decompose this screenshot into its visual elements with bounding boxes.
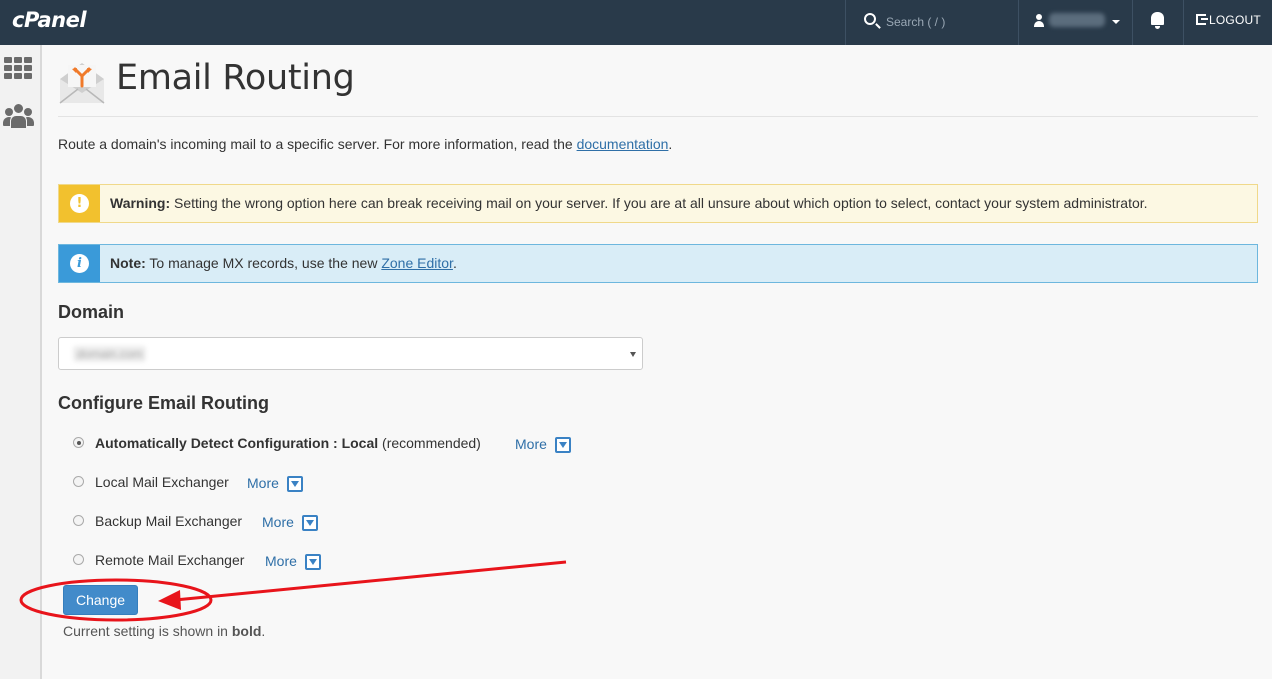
expand-icon <box>302 515 318 531</box>
intro-text-end: . <box>668 136 673 152</box>
note-end: . <box>452 255 457 271</box>
main-content: Email Routing Route a domain's incoming … <box>58 45 1258 679</box>
domain-select[interactable]: domain.com <box>58 337 643 370</box>
info-icon: i <box>70 254 89 273</box>
note-text: Note: To manage MX records, use the new … <box>110 255 457 271</box>
zone-editor-link[interactable]: Zone Editor <box>381 255 453 271</box>
change-button[interactable]: Change <box>63 585 138 615</box>
email-routing-icon <box>58 59 106 105</box>
more-toggle-backup[interactable]: More <box>262 514 318 531</box>
logout-label: LOGOUT <box>1209 13 1261 27</box>
routing-option-auto-label: Automatically Detect Configuration : Loc… <box>95 435 379 451</box>
intro-text-body: Route a domain's incoming mail to a spec… <box>58 136 577 152</box>
search-box[interactable] <box>846 0 1018 45</box>
more-toggle-auto[interactable]: More <box>515 436 571 453</box>
more-label: More <box>247 475 279 491</box>
expand-icon <box>305 554 321 570</box>
documentation-link[interactable]: documentation <box>577 136 669 152</box>
radio-remote[interactable] <box>73 554 84 565</box>
current-setting-text: Current setting is shown in <box>63 623 232 639</box>
more-label: More <box>515 436 547 452</box>
routing-option-label: Remote Mail Exchanger <box>95 552 245 568</box>
recommended-label: (recommended) <box>378 435 481 451</box>
radio-local[interactable] <box>73 476 84 487</box>
note-callout: i Note: To manage MX records, use the ne… <box>58 244 1258 283</box>
chevron-down-icon <box>1112 20 1120 24</box>
logout-icon <box>1196 14 1208 25</box>
current-setting-bold: bold <box>231 623 262 639</box>
warning-icon: ! <box>70 194 89 213</box>
domain-selected-value: domain.com <box>73 346 147 362</box>
note-label: Note: <box>110 255 146 271</box>
notifications-button[interactable] <box>1133 0 1183 45</box>
radio-backup[interactable] <box>73 515 84 526</box>
warning-body: Setting the wrong option here can break … <box>170 195 1148 211</box>
info-icon-panel: i <box>59 245 100 282</box>
search-icon <box>864 13 876 25</box>
warning-icon-panel: ! <box>59 185 100 222</box>
expand-icon <box>287 476 303 492</box>
warning-text: Warning: Setting the wrong option here c… <box>110 195 1148 211</box>
user-menu[interactable]: username <box>1019 0 1132 45</box>
expand-icon <box>555 437 571 453</box>
sidebar <box>0 45 42 679</box>
search-input[interactable] <box>886 11 1011 33</box>
current-setting-note: Current setting is shown in bold. <box>63 623 265 639</box>
top-navbar: cPanel username LOGOUT <box>0 0 1272 45</box>
user-icon <box>1034 14 1044 27</box>
more-label: More <box>262 514 294 530</box>
radio-auto[interactable] <box>73 437 84 448</box>
current-setting-end: . <box>261 623 266 639</box>
warning-callout: ! Warning: Setting the wrong option here… <box>58 184 1258 223</box>
page-title: Email Routing <box>116 58 355 98</box>
logout-button[interactable]: LOGOUT <box>1184 0 1272 45</box>
grid-icon[interactable] <box>4 57 32 79</box>
users-icon[interactable] <box>3 103 34 131</box>
note-body: To manage MX records, use the new <box>145 255 382 271</box>
cpanel-logo[interactable]: cPanel <box>12 8 87 32</box>
routing-option-label: Automatically Detect Configuration : Loc… <box>95 435 481 451</box>
warning-label: Warning: <box>110 195 171 211</box>
more-label: More <box>265 553 297 569</box>
more-toggle-remote[interactable]: More <box>265 553 321 570</box>
routing-option-label: Local Mail Exchanger <box>95 474 229 490</box>
chevron-down-icon <box>630 352 636 357</box>
username-label: username <box>1049 13 1105 27</box>
configure-routing-heading: Configure Email Routing <box>58 393 269 413</box>
bell-icon <box>1151 12 1164 29</box>
routing-option-label: Backup Mail Exchanger <box>95 513 243 529</box>
intro-text: Route a domain's incoming mail to a spec… <box>58 136 672 152</box>
domain-heading: Domain <box>58 302 125 322</box>
title-divider <box>58 116 1258 117</box>
more-toggle-local[interactable]: More <box>247 475 303 492</box>
